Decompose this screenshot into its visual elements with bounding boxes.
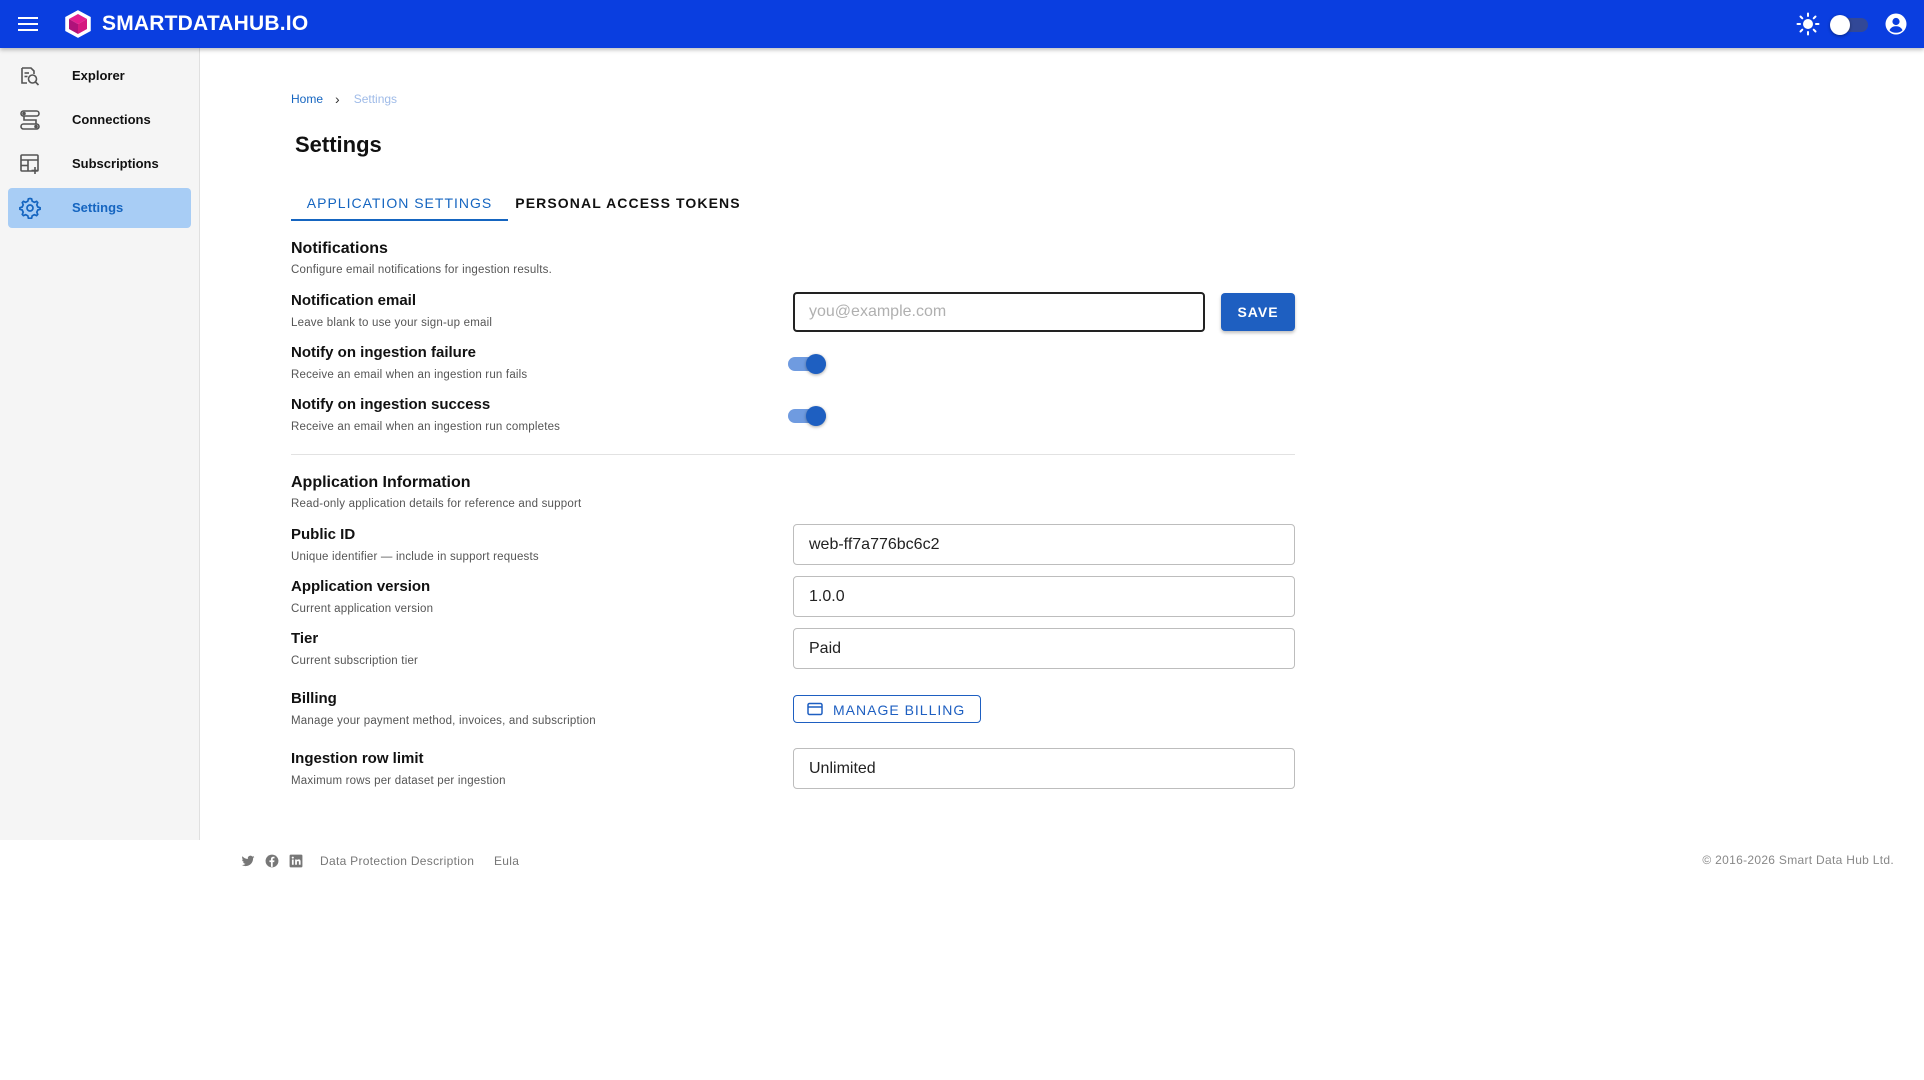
tier-field[interactable]: Paid (793, 628, 1295, 669)
gear-icon (18, 196, 42, 220)
page-title: Settings (295, 132, 382, 157)
sidebar-item-label: Subscriptions (72, 156, 159, 171)
breadcrumb-separator: › (335, 91, 340, 107)
connections-icon (18, 108, 42, 132)
notifications-desc: Configure email notifications for ingest… (291, 264, 552, 276)
manage-billing-label: MANAGE BILLING (833, 702, 966, 718)
search-document-icon (18, 64, 42, 88)
notify-success-toggle[interactable] (788, 404, 828, 428)
sidebar-item-label: Connections (72, 112, 151, 127)
credit-card-icon (807, 702, 823, 716)
copyright: © 2016-2026 Smart Data Hub Ltd. (1702, 853, 1894, 867)
row-limit-desc: Maximum rows per dataset per ingestion (291, 775, 506, 787)
app-info-title: Application Information (291, 474, 471, 491)
app-info-desc: Read-only application details for refere… (291, 498, 582, 510)
notify-success-title: Notify on ingestion success (291, 396, 491, 413)
notify-failure-desc: Receive an email when an ingestion run f… (291, 369, 528, 381)
sidebar: Explorer Connections Subscriptions Setti… (0, 48, 200, 840)
cube-logo-icon[interactable] (64, 10, 92, 38)
sidebar-item-label: Explorer (72, 68, 125, 83)
public-id-field[interactable]: web-ff7a776bc6c2 (793, 524, 1295, 565)
settings-tabs: APPLICATION SETTINGS PERSONAL ACCESS TOK… (291, 187, 751, 221)
tab-application-settings[interactable]: APPLICATION SETTINGS (291, 187, 508, 221)
app-version-field[interactable]: 1.0.0 (793, 576, 1295, 617)
public-id-desc: Unique identifier — include in support r… (291, 551, 539, 563)
notification-email-title: Notification email (291, 292, 417, 309)
app-version-desc: Current application version (291, 603, 434, 615)
section-divider (291, 454, 1295, 455)
theme-toggle-thumb (1830, 15, 1850, 35)
sidebar-item-explorer[interactable]: Explorer (8, 56, 191, 96)
facebook-icon[interactable] (265, 854, 279, 868)
breadcrumb-home-link[interactable]: Home (291, 92, 323, 106)
breadcrumb-current: Settings (353, 92, 398, 106)
tab-personal-access-tokens[interactable]: PERSONAL ACCESS TOKENS (513, 187, 743, 221)
app-version-title: Application version (291, 578, 431, 595)
public-id-title: Public ID (291, 526, 356, 543)
toggle-thumb (806, 354, 826, 374)
table-icon (18, 152, 42, 176)
footer-link-data-protection[interactable]: Data Protection Description (320, 854, 474, 868)
notification-email-input[interactable] (793, 292, 1205, 332)
sidebar-item-label: Settings (72, 200, 124, 215)
theme-toggle[interactable] (1828, 13, 1872, 35)
footer-link-eula[interactable]: Eula (494, 854, 519, 868)
row-limit-field[interactable]: Unlimited (793, 748, 1295, 789)
menu-icon[interactable] (16, 12, 40, 36)
twitter-icon[interactable] (241, 854, 255, 868)
save-button[interactable]: SAVE (1221, 293, 1295, 331)
row-limit-title: Ingestion row limit (291, 750, 424, 767)
toggle-thumb (806, 406, 826, 426)
sun-icon[interactable] (1796, 12, 1820, 36)
notification-email-desc: Leave blank to use your sign-up email (291, 317, 493, 329)
tier-title: Tier (291, 630, 319, 647)
notify-failure-title: Notify on ingestion failure (291, 344, 477, 361)
notifications-title: Notifications (291, 240, 388, 257)
billing-title: Billing (291, 690, 337, 707)
manage-billing-button[interactable]: MANAGE BILLING (793, 695, 981, 723)
tier-desc: Current subscription tier (291, 655, 419, 667)
brand-name[interactable]: SMARTDATAHUB.IO (102, 12, 308, 36)
notify-success-desc: Receive an email when an ingestion run c… (291, 421, 561, 433)
account-circle-icon[interactable] (1884, 12, 1908, 36)
sidebar-item-subscriptions[interactable]: Subscriptions (8, 144, 191, 184)
notify-failure-toggle[interactable] (788, 352, 828, 376)
billing-desc: Manage your payment method, invoices, an… (291, 715, 596, 727)
sidebar-item-connections[interactable]: Connections (8, 100, 191, 140)
breadcrumb: Home › Settings (291, 91, 397, 107)
top-app-bar: SMARTDATAHUB.IO (0, 0, 1924, 48)
linkedin-icon[interactable] (289, 854, 303, 868)
sidebar-item-settings[interactable]: Settings (8, 188, 191, 228)
